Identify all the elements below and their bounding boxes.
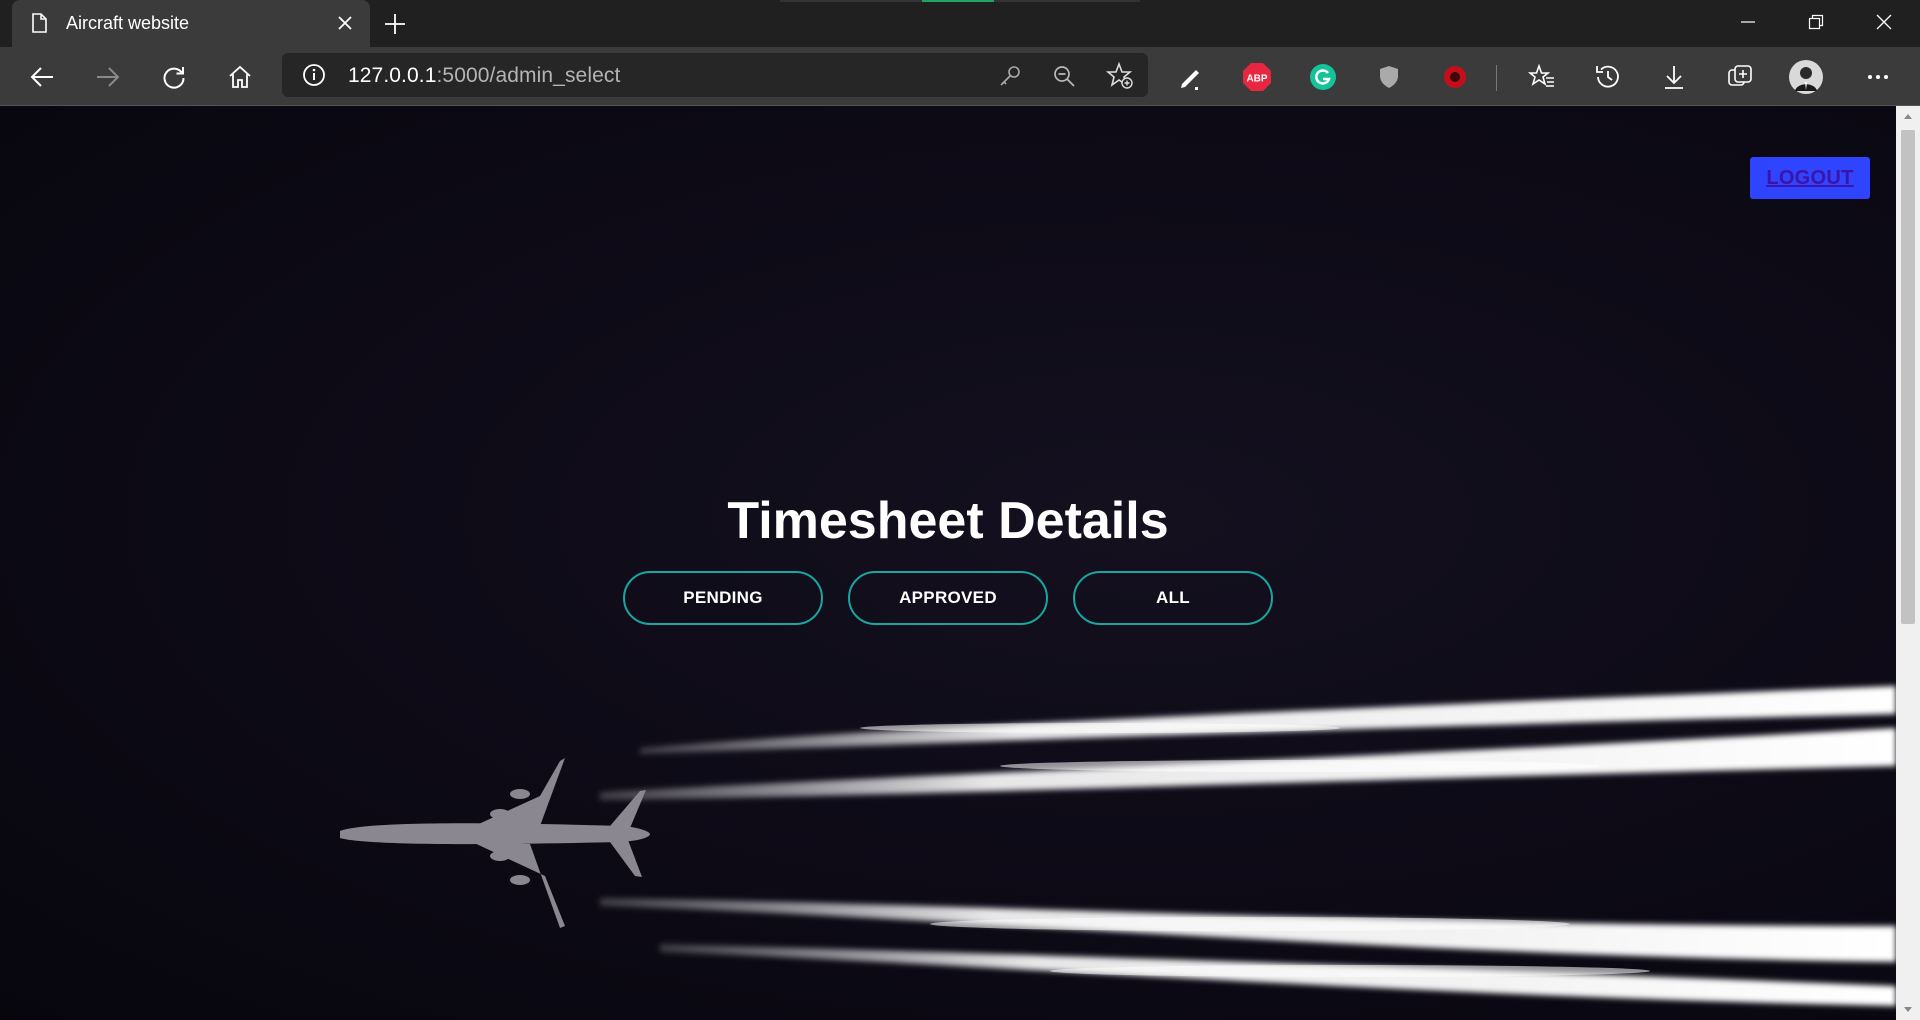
tab-title: Aircraft website [66,13,190,33]
zoom-out-icon[interactable] [1052,64,1076,88]
avatar [1789,60,1823,94]
airplane-contrails-image [340,686,1896,1006]
minimize-button[interactable] [1714,0,1782,44]
favorites-icon [1528,63,1554,87]
collections-button[interactable] [1723,60,1757,94]
restore-icon [1808,14,1824,30]
url-text[interactable]: 127.0.0.1:5000/admin_select [348,64,620,88]
approved-button[interactable]: APPROVED [848,571,1048,625]
download-icon [1665,66,1683,89]
close-window-icon [1876,14,1892,30]
adblock-plus-button[interactable]: ABP [1240,60,1274,94]
page-viewport: LOGOUT Timesheet Details PENDING APPROVE… [0,106,1896,1020]
address-bar[interactable]: 127.0.0.1:5000/admin_select [282,53,1148,97]
shield-extension-button[interactable] [1372,60,1406,94]
minimize-icon [1741,21,1755,23]
favorites-button[interactable] [1525,60,1559,94]
profile-button[interactable] [1789,60,1823,94]
close-icon[interactable] [334,12,356,34]
back-button[interactable] [25,60,59,94]
pen-icon [1181,70,1199,90]
logout-button[interactable]: LOGOUT [1750,157,1870,199]
svg-text:ABP: ABP [1246,74,1267,85]
scrollbar-thumb[interactable] [1901,130,1915,624]
grammarly-button[interactable] [1306,60,1340,94]
recorder-icon [1444,66,1466,88]
history-icon [1596,65,1619,88]
forward-button[interactable] [91,60,125,94]
scroll-down-icon[interactable] [1902,1003,1914,1015]
toolbar-divider [1496,65,1497,91]
info-icon[interactable] [302,63,326,87]
browser-toolbar: 127.0.0.1:5000/admin_select ABP [0,47,1920,106]
close-window-button[interactable] [1850,0,1918,44]
arrow-right-icon [97,67,120,87]
filter-button-group: PENDING APPROVED ALL [623,571,1273,625]
arrow-left-icon [30,67,53,87]
more-icon [1868,75,1888,79]
adblock-plus-icon: ABP [1243,63,1271,91]
page-icon [32,13,47,33]
home-icon [229,65,251,88]
scroll-up-icon[interactable] [1902,111,1914,123]
vertical-scrollbar[interactable] [1896,106,1920,1020]
shield-icon [1380,66,1398,88]
add-favorite-icon[interactable] [1106,62,1134,90]
pen-extension-button[interactable] [1174,60,1208,94]
tab-aircraft-website[interactable]: Aircraft website [12,0,370,47]
page-title: Timesheet Details [727,492,1169,550]
new-tab-icon[interactable] [382,11,408,37]
key-icon[interactable] [998,64,1022,88]
reload-icon [163,67,185,89]
collections-icon [1728,65,1752,86]
recorder-extension-button[interactable] [1438,60,1472,94]
reload-button[interactable] [157,60,191,94]
url-host: 127.0.0.1 [348,64,437,87]
home-button[interactable] [223,60,257,94]
downloads-button[interactable] [1657,60,1691,94]
tab-strip: Aircraft website [0,0,1920,47]
url-path: :5000/admin_select [436,64,621,87]
all-button[interactable]: ALL [1073,571,1273,625]
history-button[interactable] [1591,60,1625,94]
loading-indicator [922,0,994,2]
pending-button[interactable]: PENDING [623,571,823,625]
grammarly-icon [1310,64,1336,90]
settings-menu-button[interactable] [1861,60,1895,94]
restore-button[interactable] [1782,0,1850,44]
